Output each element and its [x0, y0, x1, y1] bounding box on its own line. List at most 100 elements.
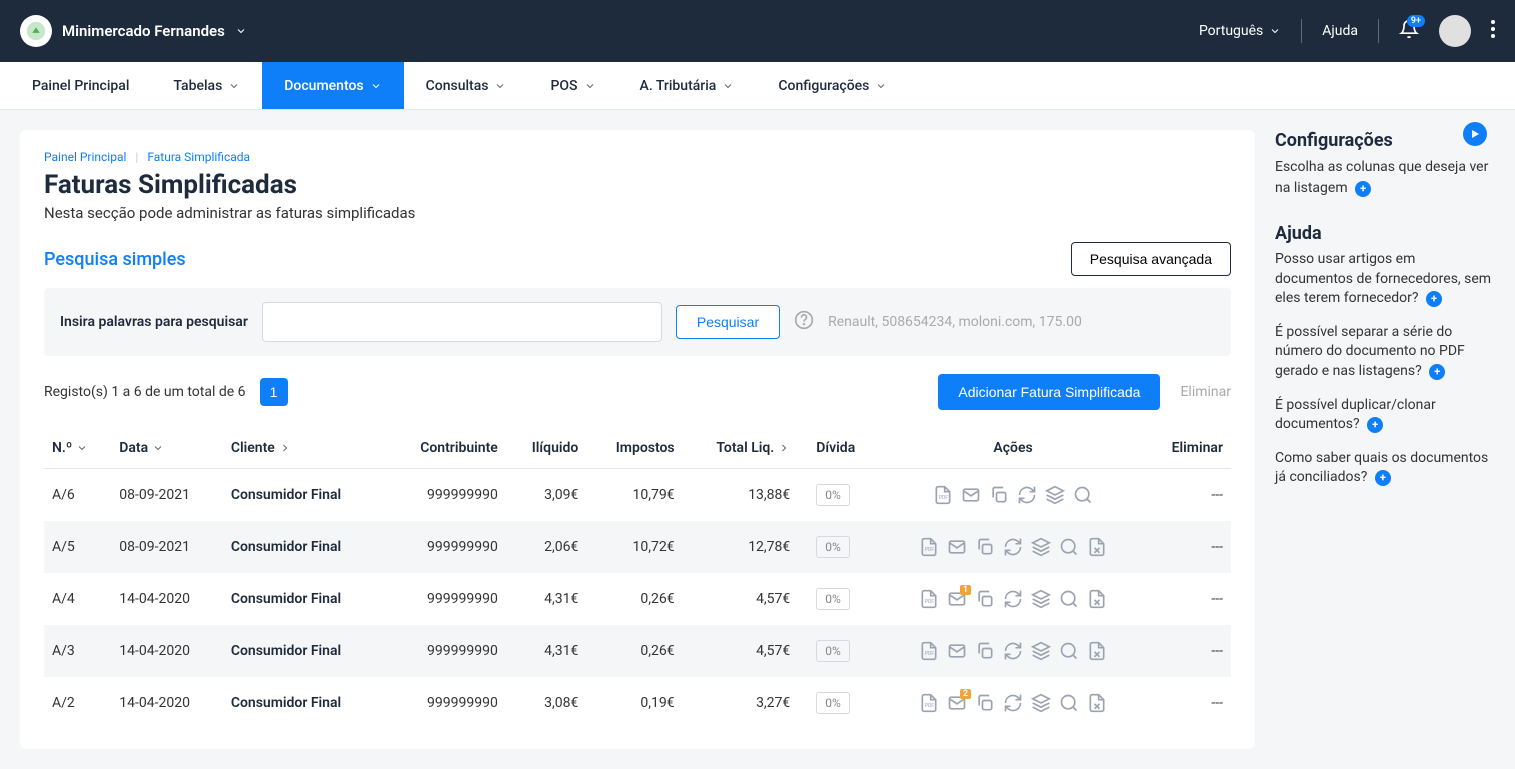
play-icon	[1469, 128, 1481, 140]
nav-item-a.-tributária[interactable]: A. Tributária	[618, 62, 757, 109]
pdf-icon[interactable]: PDF	[919, 537, 939, 557]
language-selector[interactable]: Português	[1199, 23, 1281, 39]
th-divida: Dívida	[798, 428, 882, 469]
play-button[interactable]	[1463, 122, 1487, 146]
table-row: A/314-04-2020Consumidor Final9999999904,…	[44, 625, 1231, 677]
copy-icon[interactable]	[975, 589, 995, 609]
th-total[interactable]: Total Liq.	[683, 428, 799, 469]
nav-item-pos[interactable]: POS	[528, 62, 617, 109]
cell-cliente[interactable]: Consumidor Final	[223, 521, 386, 573]
sync-icon[interactable]	[1017, 485, 1037, 505]
main-nav: Painel PrincipalTabelasDocumentosConsult…	[0, 62, 1515, 110]
pdf-icon[interactable]: PDF	[919, 589, 939, 609]
th-eliminar: Eliminar	[1144, 428, 1231, 469]
copy-icon[interactable]	[975, 641, 995, 661]
cancel-doc-icon[interactable]	[1087, 589, 1107, 609]
mail-badge: 2	[960, 689, 971, 699]
th-cliente[interactable]: Cliente	[223, 428, 386, 469]
top-header: Minimercado Fernandes Português Ajuda 9+	[0, 0, 1515, 62]
search-button[interactable]: Pesquisar	[676, 305, 780, 339]
eliminar-link[interactable]: Eliminar	[1180, 384, 1231, 400]
sidebar-help-link[interactable]: É possível duplicar/clonar documentos? +	[1275, 396, 1495, 435]
th-acoes: Ações	[882, 428, 1144, 469]
copy-icon[interactable]	[975, 693, 995, 713]
cell-iliquido: 4,31€	[506, 625, 587, 677]
search-input[interactable]	[262, 302, 662, 342]
invoices-table: N.º Data Cliente Contribuinte Ilíquido I…	[44, 428, 1231, 729]
sync-icon[interactable]	[1003, 641, 1023, 661]
plus-circle-icon[interactable]: +	[1426, 291, 1442, 307]
cell-total: 3,27€	[683, 677, 799, 729]
language-label: Português	[1199, 23, 1263, 39]
pdf-icon[interactable]: PDF	[919, 641, 939, 661]
cell-contribuinte: 999999990	[385, 573, 505, 625]
cell-cliente[interactable]: Consumidor Final	[223, 469, 386, 522]
cell-cliente[interactable]: Consumidor Final	[223, 625, 386, 677]
stack-icon[interactable]	[1031, 537, 1051, 557]
th-numero[interactable]: N.º	[44, 428, 111, 469]
mail-icon[interactable]	[947, 641, 967, 661]
copy-icon[interactable]	[975, 537, 995, 557]
advanced-search-button[interactable]: Pesquisa avançada	[1071, 242, 1231, 276]
plus-circle-icon[interactable]: +	[1429, 364, 1445, 380]
company-selector[interactable]: Minimercado Fernandes	[20, 15, 247, 47]
th-data[interactable]: Data	[111, 428, 223, 469]
pdf-icon[interactable]: PDF	[933, 485, 953, 505]
avatar[interactable]	[1439, 15, 1471, 47]
sidebar-help-link[interactable]: É possível separar a série do número do …	[1275, 323, 1495, 382]
nav-item-documentos[interactable]: Documentos	[262, 62, 403, 109]
page-1-button[interactable]: 1	[260, 378, 288, 406]
cell-cliente[interactable]: Consumidor Final	[223, 573, 386, 625]
sidebar-help-link[interactable]: Posso usar artigos em documentos de forn…	[1275, 250, 1495, 309]
table-row: A/508-09-2021Consumidor Final9999999902,…	[44, 521, 1231, 573]
mail-icon[interactable]	[947, 537, 967, 557]
kebab-menu[interactable]	[1491, 20, 1495, 42]
cell-eliminar: ---	[1144, 469, 1231, 522]
sync-icon[interactable]	[1003, 537, 1023, 557]
plus-circle-icon[interactable]: +	[1375, 470, 1391, 486]
cell-data: 08-09-2021	[111, 521, 223, 573]
chevron-right-icon	[279, 442, 291, 454]
sidebar-help-title: Ajuda	[1275, 223, 1495, 244]
breadcrumb-current[interactable]: Fatura Simplificada	[147, 150, 250, 164]
cell-cliente[interactable]: Consumidor Final	[223, 677, 386, 729]
plus-circle-icon[interactable]: +	[1367, 417, 1383, 433]
mail-icon[interactable]	[961, 485, 981, 505]
breadcrumb-sep: |	[135, 150, 138, 164]
stack-icon[interactable]	[1045, 485, 1065, 505]
stack-icon[interactable]	[1031, 589, 1051, 609]
cell-acoes: PDF	[882, 469, 1144, 522]
stack-icon[interactable]	[1031, 641, 1051, 661]
stack-icon[interactable]	[1031, 693, 1051, 713]
nav-item-configurações[interactable]: Configurações	[756, 62, 909, 109]
pdf-icon[interactable]: PDF	[919, 693, 939, 713]
search-icon[interactable]	[1059, 641, 1079, 661]
mail-badge: 1	[960, 585, 971, 595]
plus-circle-icon[interactable]: +	[1355, 181, 1371, 197]
sync-icon[interactable]	[1003, 589, 1023, 609]
mail-icon[interactable]: 1	[947, 589, 967, 609]
search-icon[interactable]	[1059, 537, 1079, 557]
cancel-doc-icon[interactable]	[1087, 693, 1107, 713]
help-link[interactable]: Ajuda	[1322, 23, 1358, 39]
breadcrumb-home[interactable]: Painel Principal	[44, 150, 126, 164]
add-invoice-button[interactable]: Adicionar Fatura Simplificada	[938, 374, 1160, 410]
help-circle-icon[interactable]	[794, 310, 814, 334]
search-icon[interactable]	[1059, 693, 1079, 713]
mail-icon[interactable]: 2	[947, 693, 967, 713]
cell-eliminar: ---	[1144, 677, 1231, 729]
chevron-right-icon	[778, 442, 790, 454]
nav-item-painel-principal[interactable]: Painel Principal	[10, 62, 151, 109]
search-icon[interactable]	[1073, 485, 1093, 505]
nav-item-tabelas[interactable]: Tabelas	[151, 62, 262, 109]
sync-icon[interactable]	[1003, 693, 1023, 713]
nav-item-consultas[interactable]: Consultas	[404, 62, 529, 109]
cancel-doc-icon[interactable]	[1087, 537, 1107, 557]
search-icon[interactable]	[1059, 589, 1079, 609]
notifications-button[interactable]: 9+	[1399, 19, 1419, 43]
cell-acoes: PDF	[882, 521, 1144, 573]
search-hint: Renault, 508654234, moloni.com, 175.00	[828, 314, 1082, 330]
cancel-doc-icon[interactable]	[1087, 641, 1107, 661]
copy-icon[interactable]	[989, 485, 1009, 505]
sidebar-help-link[interactable]: Como saber quais os documentos já concil…	[1275, 449, 1495, 488]
